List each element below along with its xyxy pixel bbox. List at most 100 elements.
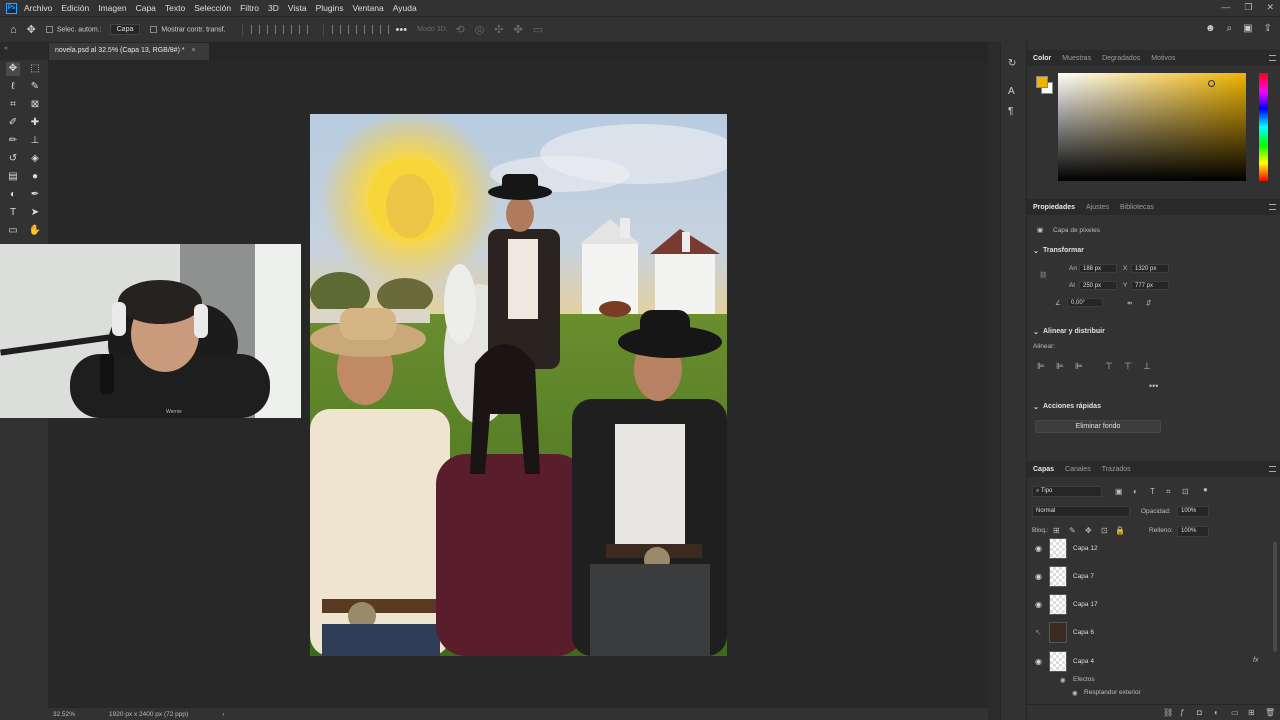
eraser-tool-icon[interactable]: ◈ [28, 152, 42, 166]
color-picker-marker[interactable] [1208, 80, 1215, 87]
align-bottom-edges-icon[interactable]: ⊥ [1143, 361, 1151, 372]
quick-actions-chevron-icon[interactable]: ⌄ [1033, 403, 1039, 411]
opacity-field[interactable]: 100% [1177, 506, 1209, 517]
tab-patterns[interactable]: Motivos [1151, 55, 1175, 62]
x-field[interactable]: 1320 px [1131, 264, 1169, 273]
stamp-tool-icon[interactable]: ⊥ [28, 134, 42, 148]
height-field[interactable]: 250 px [1079, 281, 1117, 290]
hue-slider[interactable] [1259, 73, 1268, 181]
show-transform-checkbox[interactable] [150, 25, 158, 33]
align-chevron-icon[interactable]: ⌄ [1033, 328, 1039, 336]
tab-adjustments[interactable]: Ajustes [1086, 204, 1109, 211]
distribute-icon[interactable] [363, 25, 373, 34]
menu-vista[interactable]: Vista [288, 3, 307, 13]
align-vcenter-icon[interactable] [331, 25, 341, 34]
menu-imagen[interactable]: Imagen [98, 3, 126, 13]
layer-name[interactable]: Capa 6 [1073, 629, 1094, 636]
remove-background-button[interactable]: Eliminar fondo [1035, 420, 1161, 433]
link-layers-icon[interactable]: ⛓ [1163, 708, 1173, 717]
roll-3d-icon[interactable]: ◎ [475, 23, 485, 36]
tab-layers[interactable]: Capas [1033, 466, 1054, 473]
filter-type-icon[interactable]: T [1150, 487, 1155, 496]
distribute-v-icon[interactable] [379, 25, 389, 34]
character-icon[interactable]: A [1008, 86, 1015, 97]
fx-badge[interactable]: fx [1253, 657, 1258, 664]
flip-vertical-icon[interactable]: ⇵ [1146, 299, 1151, 307]
layers-scrollbar[interactable] [1273, 542, 1277, 652]
account-icon[interactable]: ☻ [1205, 23, 1216, 34]
auto-select-dropdown[interactable]: Capa [109, 24, 141, 35]
share-icon[interactable]: ⇪ [1264, 23, 1272, 34]
minimize-icon[interactable]: — [1221, 2, 1230, 13]
layer-name[interactable]: Capa 7 [1073, 573, 1094, 580]
align-left-icon[interactable] [250, 25, 260, 34]
effect-outer-glow[interactable]: Resplandor exterior [1084, 689, 1141, 696]
dodge-tool-icon[interactable]: ◐ [6, 188, 20, 202]
layer-row[interactable]: ◉ Capa 17 [1027, 591, 1271, 619]
link-dimensions-icon[interactable]: ⛓ [1039, 271, 1047, 279]
tab-channels[interactable]: Canales [1065, 466, 1091, 473]
lock-image-icon[interactable]: ✎ [1069, 526, 1076, 535]
tab-color[interactable]: Color [1033, 55, 1051, 62]
gradient-tool-icon[interactable]: ▤ [6, 170, 20, 184]
tab-close-icon[interactable]: × [192, 47, 196, 54]
mask-icon[interactable]: ◘ [1197, 708, 1202, 717]
zoom-level[interactable]: 32.52% [53, 711, 75, 718]
align-right-icon[interactable] [282, 25, 292, 34]
new-layer-icon[interactable]: ⊞ [1248, 708, 1255, 717]
collapse-icon[interactable]: « [4, 45, 8, 52]
path-select-tool-icon[interactable]: ➤ [28, 206, 42, 220]
auto-select-checkbox[interactable] [45, 25, 53, 33]
marquee-tool-icon[interactable]: ⬚ [28, 62, 42, 76]
eye-icon[interactable]: ◉ [1035, 600, 1042, 609]
menu-archivo[interactable]: Archivo [24, 3, 52, 13]
paragraph-icon[interactable]: ¶ [1008, 106, 1013, 117]
eye-icon[interactable]: ◉ [1035, 657, 1042, 666]
adjustment-layer-icon[interactable]: ◐ [1214, 708, 1219, 717]
status-arrow-icon[interactable]: › [222, 711, 224, 718]
eye-icon[interactable]: ◉ [1035, 572, 1042, 581]
flip-horizontal-icon[interactable]: ⇹ [1127, 299, 1132, 307]
layer-filter-dropdown[interactable]: ⌕ Tipo [1032, 486, 1102, 497]
menu-ayuda[interactable]: Ayuda [393, 3, 417, 13]
layer-row[interactable]: ◉ Capa 7 [1027, 563, 1271, 591]
align-right-edges-icon[interactable]: ⊫ [1075, 361, 1083, 372]
orbit-3d-icon[interactable]: ⟲ [455, 23, 464, 36]
more-align-icon[interactable]: ••• [1149, 381, 1158, 391]
menu-filtro[interactable]: Filtro [240, 3, 259, 13]
close-icon[interactable]: ✕ [1266, 2, 1274, 13]
pan-3d-icon[interactable]: ✣ [494, 23, 503, 36]
width-field[interactable]: 188 px [1079, 264, 1117, 273]
slide-3d-icon[interactable]: ✤ [514, 23, 523, 36]
align-top-edges-icon[interactable]: ⊤ [1105, 361, 1113, 372]
fill-field[interactable]: 100% [1177, 526, 1209, 537]
color-field[interactable] [1058, 73, 1246, 181]
menu-3d[interactable]: 3D [268, 3, 279, 13]
hand-tool-icon[interactable]: ✋ [28, 224, 42, 238]
transform-chevron-icon[interactable]: ⌄ [1033, 247, 1039, 255]
panel-menu-icon[interactable] [1269, 466, 1276, 472]
tab-properties[interactable]: Propiedades [1033, 204, 1075, 211]
move-tool-icon[interactable]: ✥ [6, 62, 20, 76]
eye-icon[interactable]: ◉ [1035, 544, 1042, 553]
layer-name[interactable]: Capa 4 [1073, 658, 1094, 665]
panel-menu-icon[interactable] [1269, 204, 1276, 210]
move-icon[interactable]: ✥ [27, 23, 36, 36]
menu-texto[interactable]: Texto [165, 3, 185, 13]
blend-mode-dropdown[interactable]: Normal [1032, 506, 1130, 517]
eyedropper-tool-icon[interactable]: ✐ [6, 116, 20, 130]
align-top-icon[interactable] [298, 25, 308, 34]
tab-libraries[interactable]: Bibliotecas [1120, 204, 1154, 211]
tab-gradients[interactable]: Degradados [1102, 55, 1140, 62]
angle-field[interactable]: 0,00° [1067, 298, 1103, 307]
filter-smart-icon[interactable]: ⊡ [1182, 487, 1189, 496]
align-bottom-icon[interactable] [347, 25, 357, 34]
lock-transparency-icon[interactable]: ⊞ [1053, 526, 1060, 535]
workspace-icon[interactable]: ▣ [1243, 23, 1252, 34]
layer-row[interactable]: ◉ Capa 12 [1027, 538, 1271, 563]
effects-eye-icon[interactable]: ◉ [1060, 676, 1066, 684]
history-icon[interactable]: ↻ [1008, 58, 1016, 69]
align-h-centers-icon[interactable]: ⊫ [1056, 361, 1064, 372]
filter-shape-icon[interactable]: ⌗ [1166, 487, 1171, 497]
tab-paths[interactable]: Trazados [1102, 466, 1131, 473]
